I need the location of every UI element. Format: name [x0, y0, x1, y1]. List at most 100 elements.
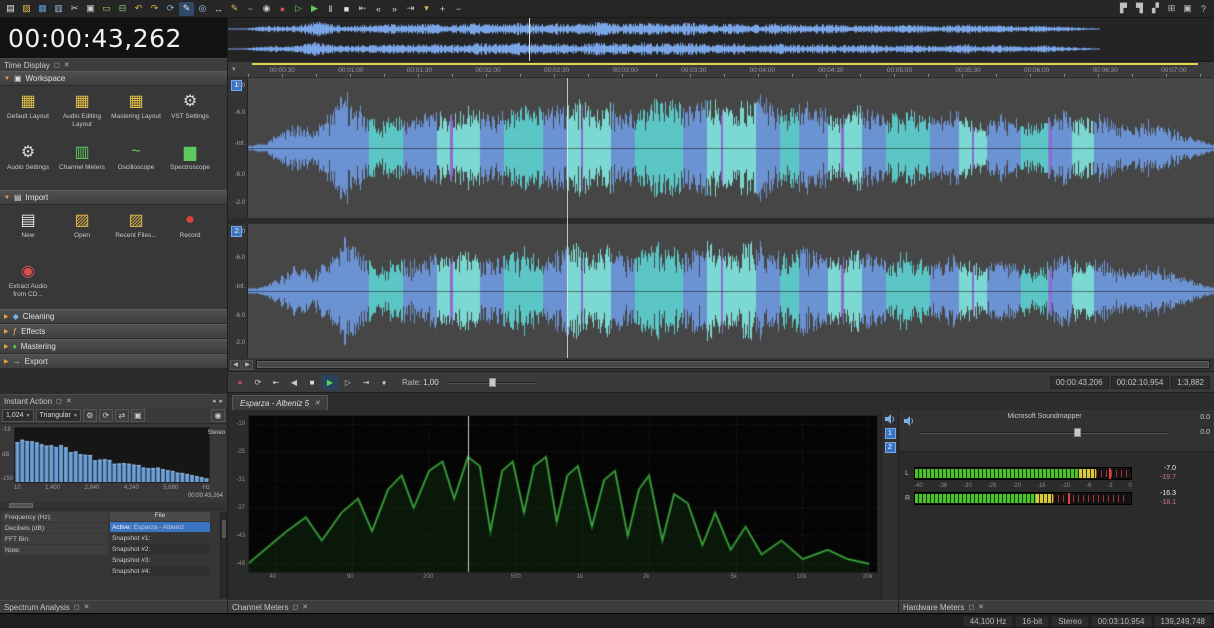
mini-spectrum-plot[interactable] — [14, 427, 210, 483]
record-button[interactable]: ● Record — [163, 206, 217, 257]
spectroscope-button[interactable]: ▆ Spectroscope — [163, 138, 217, 189]
pin-button[interactable]: ◻ — [54, 61, 60, 69]
go-to-end-button[interactable]: ⇥ — [358, 375, 374, 390]
snapshot-row[interactable]: Active: Esparza - Albeniz — [110, 522, 210, 532]
table-scrollbar[interactable] — [220, 512, 227, 598]
new-file-icon[interactable]: ▤ — [3, 2, 18, 16]
save-icon[interactable]: ▦ — [35, 2, 50, 16]
layout-top-icon[interactable]: ▛ — [1116, 2, 1131, 16]
marker-icon[interactable]: ▾ — [419, 2, 434, 16]
pin-button[interactable]: ◻ — [292, 603, 298, 611]
stop-icon[interactable]: ■ — [339, 2, 354, 16]
float-windows-icon[interactable]: ▣ — [1180, 2, 1195, 16]
mastering-layout-button[interactable]: ▦ Mastering Layout — [109, 87, 163, 138]
nav-back-icon[interactable]: ◂ — [212, 397, 216, 405]
snapshot-row[interactable]: Snapshot #2: — [110, 544, 210, 554]
default-layout-button[interactable]: ▦ Default Layout — [1, 87, 55, 138]
loop-region-bar[interactable] — [252, 63, 1198, 65]
waveform-overview[interactable] — [228, 18, 1214, 62]
open-file-icon[interactable]: ▨ — [19, 2, 34, 16]
record-icon[interactable]: ● — [275, 2, 290, 16]
channel-2-meter-badge[interactable]: 2 — [884, 442, 896, 453]
extract-audio-button[interactable]: ◉ Extract Audio from CD... — [1, 257, 55, 308]
layout-bottom-icon[interactable]: ▜ — [1132, 2, 1147, 16]
sync-button[interactable]: ⇄ — [114, 408, 129, 422]
undo-icon[interactable]: ↶ — [131, 2, 146, 16]
go-to-start-button[interactable]: ⇤ — [268, 375, 284, 390]
pause-icon[interactable]: ‖ — [323, 2, 338, 16]
loop-playback-button[interactable]: ⟳ — [250, 375, 266, 390]
layout-split-icon[interactable]: ▞ — [1148, 2, 1163, 16]
speaker-icon[interactable] — [884, 413, 896, 425]
channel-1-meter-badge[interactable]: 1 — [884, 428, 896, 439]
scroll-right-button[interactable]: ▶ — [242, 359, 253, 370]
tab-close-icon[interactable]: ✕ — [314, 399, 320, 407]
edit-cursor[interactable] — [566, 78, 568, 358]
scrollbar-thumb[interactable] — [222, 519, 226, 538]
play-all-icon[interactable]: ▷ — [291, 2, 306, 16]
settings-gear-button[interactable]: ⚙ — [82, 408, 97, 422]
refresh-button[interactable]: ⟳ — [98, 408, 113, 422]
time-ruler[interactable]: ▾ 00:00:30 00:01:00 00:01:30 00:02:00 00… — [228, 62, 1214, 78]
new-file-button[interactable]: ▤ New — [1, 206, 55, 257]
save-as-icon[interactable]: ▥ — [51, 2, 66, 16]
rate-slider[interactable] — [446, 377, 537, 387]
scrollbar-thumb[interactable] — [9, 503, 34, 508]
slider-thumb[interactable] — [1074, 428, 1082, 437]
go-to-end-icon[interactable]: ⇥ — [403, 2, 418, 16]
go-to-start-icon[interactable]: ⇤ — [355, 2, 370, 16]
export-section[interactable]: ▶ → Export — [0, 354, 227, 369]
play-button[interactable]: ▶ — [322, 374, 338, 390]
fft-size-select[interactable]: 1,024 ▾ — [2, 408, 34, 422]
forward-icon[interactable]: » — [387, 2, 402, 16]
speaker-icon[interactable] — [903, 415, 915, 427]
audio-settings-button[interactable]: ⚙ Audio Settings — [1, 138, 55, 189]
magnify-tool-icon[interactable]: ◎ — [195, 2, 210, 16]
ruler-options-icon[interactable]: ▾ — [232, 65, 236, 73]
cut-icon[interactable]: ✂ — [67, 2, 82, 16]
help-icon[interactable]: ? — [1196, 2, 1211, 16]
vst-settings-button[interactable]: ⚙ VST Settings — [163, 87, 217, 138]
output-volume-slider[interactable] — [921, 428, 1168, 438]
pin-button[interactable]: ◻ — [56, 397, 62, 405]
waveform-canvas-1[interactable] — [248, 78, 1214, 218]
effects-section[interactable]: ▶ ƒ Effects — [0, 324, 227, 339]
zoom-out-icon[interactable]: − — [451, 2, 466, 16]
play-icon[interactable]: ▶ — [307, 2, 322, 16]
close-button[interactable]: ✕ — [978, 603, 984, 611]
snapshot-row[interactable]: Snapshot #4: — [110, 566, 210, 576]
channel-meters-button[interactable]: ▥ Channel Meters — [55, 138, 109, 189]
event-tool-icon[interactable]: ↔ — [211, 2, 226, 16]
slider-thumb[interactable] — [489, 377, 496, 387]
pin-button[interactable]: ◻ — [74, 603, 80, 611]
open-button[interactable]: ▨ Open — [55, 206, 109, 257]
dock-windows-icon[interactable]: ⊞ — [1164, 2, 1179, 16]
audio-editing-layout-button[interactable]: ▦ Audio Editing Layout — [55, 87, 109, 138]
snapshot-row[interactable]: Snapshot #3: — [110, 555, 210, 565]
next-marker-button[interactable]: ▷ — [340, 375, 356, 390]
recent-files-button[interactable]: ▨ Recent Files... — [109, 206, 163, 257]
close-button[interactable]: ✕ — [302, 603, 308, 611]
hold-button[interactable]: ▣ — [130, 408, 145, 422]
repeat-icon[interactable]: ⟳ — [163, 2, 178, 16]
paste-icon[interactable]: ▭ — [99, 2, 114, 16]
fft-spectrum-canvas[interactable] — [248, 415, 878, 573]
window-type-select[interactable]: Triangular ▾ — [35, 408, 81, 422]
scroll-left-button[interactable]: ◀ — [230, 359, 241, 370]
overview-playhead[interactable] — [528, 18, 530, 61]
spectrum-scrollbar[interactable] — [0, 502, 227, 510]
meter-track[interactable] — [914, 467, 1132, 480]
meter-track[interactable] — [914, 492, 1132, 505]
close-button[interactable]: ✕ — [66, 397, 72, 405]
snapshot-button[interactable]: ◉ — [211, 408, 225, 422]
oscilloscope-button[interactable]: ~ Oscilloscope — [109, 138, 163, 189]
envelope-tool-icon[interactable]: ~ — [243, 2, 258, 16]
copy-icon[interactable]: ▣ — [83, 2, 98, 16]
cleaning-section[interactable]: ▶ ◆ Cleaning — [0, 309, 227, 324]
edit-tool-icon[interactable]: ✎ — [179, 1, 194, 16]
scrub-button[interactable]: ♦ — [376, 375, 392, 390]
document-tab[interactable]: Esparza - Albeniz 5 ✕ — [232, 395, 328, 410]
nav-forward-icon[interactable]: ▸ — [219, 397, 223, 405]
close-button[interactable]: ✕ — [64, 61, 70, 69]
pencil-tool-icon[interactable]: ✎ — [227, 2, 242, 16]
